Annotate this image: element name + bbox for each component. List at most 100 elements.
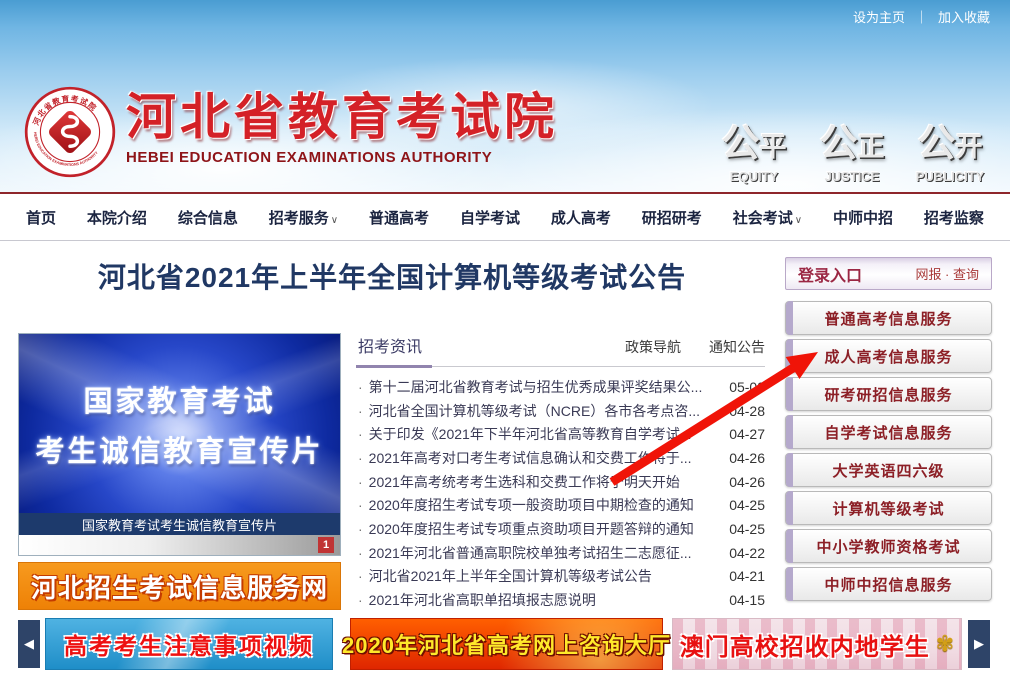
purple-accent-bar — [786, 377, 793, 411]
site-subtitle: HEBEI EDUCATION EXAMINATIONS AUTHORITY — [126, 149, 558, 166]
sidebar-button-self-study-info[interactable]: 自学考试信息服务 — [785, 415, 992, 449]
bullet-icon: · — [358, 545, 363, 561]
nav-item-home[interactable]: 首页 — [26, 207, 56, 228]
sidebar-button-secondary-normal-info[interactable]: 中师中招信息服务 — [785, 567, 992, 601]
seal-equity-en: EQUITY — [716, 169, 792, 184]
video-title-line2: 考生诚信教育宣传片 — [35, 428, 323, 470]
sidebar-button-teacher-cert[interactable]: 中小学教师资格考试 — [785, 529, 992, 563]
purple-accent-bar — [786, 491, 793, 525]
video-thumbnail[interactable]: 国家教育考试 考生诚信教育宣传片 — [19, 334, 340, 513]
nav-item-label: 普通高考 — [369, 210, 429, 227]
news-row[interactable]: ·河北省2021年上半年全国计算机等级考试公告04-21 — [358, 565, 765, 589]
sidebar-button-label: 大学英语四六级 — [832, 460, 944, 481]
carousel-pagination-strip: 1 — [19, 535, 340, 555]
bottom-banner-label: 高考考生注意事项视频 — [64, 627, 314, 661]
bottom-banner-gaokao-video[interactable]: 高考考生注意事项视频 — [45, 618, 333, 670]
nav-item-label: 自学考试 — [460, 210, 520, 227]
brand-block: 河北省教育考试院 HEBEI EDUCATION EXAMINATIONS AU… — [126, 88, 558, 166]
add-favorite-link[interactable]: 加入收藏 — [938, 7, 990, 26]
seal-equity: 公平 EQUITY — [716, 112, 792, 184]
purple-accent-bar — [786, 567, 793, 601]
sidebar-button-gaokao-info[interactable]: 普通高考信息服务 — [785, 301, 992, 335]
lotus-icon: ✾ — [936, 631, 954, 657]
news-list: ·第十二届河北省教育考试与招生优秀成果评奖结果公...05-08 ·河北省全国计… — [358, 375, 765, 612]
bottom-banner-consult-hall[interactable]: 2020年河北省高考网上咨询大厅 — [350, 618, 663, 670]
nav-item-gaokao[interactable]: 普通高考 — [369, 207, 429, 228]
news-date: 04-27 — [729, 426, 765, 442]
nav-item-postgraduate[interactable]: 研招研考 — [642, 207, 702, 228]
video-carousel[interactable]: 国家教育考试 考生诚信教育宣传片 国家教育考试考生诚信教育宣传片 1 — [18, 333, 341, 556]
topbar-links: 设为主页 ｜ 加入收藏 — [853, 7, 990, 26]
bullet-icon: · — [358, 379, 363, 395]
news-row[interactable]: ·2021年河北省高职单招填报志愿说明04-15 — [358, 588, 765, 612]
online-report-query-link[interactable]: 网报 · 查询 — [915, 264, 979, 283]
nav-item-adult-gaokao[interactable]: 成人高考 — [551, 207, 611, 228]
login-entry-panel: 登录入口 网报 · 查询 — [785, 257, 992, 290]
tab-exam-news[interactable]: 招考资讯 — [358, 333, 422, 357]
nav-item-exam-services[interactable]: 招考服务∨ — [269, 207, 338, 228]
news-row[interactable]: ·2020年度招生考试专项一般资助项目中期检查的通知04-25 — [358, 493, 765, 517]
bullet-icon: · — [358, 474, 363, 490]
nav-item-general-info[interactable]: 综合信息 — [178, 207, 238, 228]
sidebar-button-ncre[interactable]: 计算机等级考试 — [785, 491, 992, 525]
info-service-site-banner[interactable]: 河北招生考试信息服务网 — [18, 562, 341, 610]
nav-item-supervision[interactable]: 招考监察 — [924, 207, 984, 228]
chevron-down-icon: ∨ — [331, 215, 338, 226]
news-tabs: 招考资讯 政策导航 通知公告 — [358, 333, 765, 367]
carousel-page-indicator[interactable]: 1 — [318, 537, 334, 553]
news-row[interactable]: · 关于印发《2021年下半年河北省高等教育自学考试... 04-27 — [358, 422, 765, 446]
tab-policy-guide[interactable]: 政策导航 — [625, 337, 681, 357]
purple-accent-bar — [786, 301, 793, 335]
banner-next-button[interactable]: ▶ — [968, 620, 990, 668]
news-date: 05-08 — [729, 379, 765, 395]
news-title: 关于印发《2021年下半年河北省高等教育自学考试... — [369, 424, 720, 444]
news-title: 第十二届河北省教育考试与招生优秀成果评奖结果公... — [369, 377, 720, 397]
bottom-banner-macau-recruit[interactable]: 澳门高校招收内地学生 ✾ — [672, 618, 962, 670]
news-row[interactable]: ·2021年河北省普通高职院校单独考试招生二志愿征...04-22 — [358, 541, 765, 565]
news-date: 04-26 — [729, 474, 765, 490]
sidebar-button-label: 普通高考信息服务 — [824, 308, 952, 329]
bullet-icon: · — [358, 521, 363, 537]
sidebar-button-cet[interactable]: 大学英语四六级 — [785, 453, 992, 487]
info-service-site-banner-label: 河北招生考试信息服务网 — [31, 568, 328, 605]
site-logo[interactable]: 河北省教育考试院 HEBEI EDUCATION EXAMINATIONS AU… — [24, 86, 116, 178]
topbar-separator: ｜ — [915, 7, 928, 26]
news-title: 河北省全国计算机等级考试（NCRE）各市各考点咨... — [369, 401, 720, 421]
news-row[interactable]: ·2021年高考统考考生选科和交费工作将于明天开始04-26 — [358, 470, 765, 494]
bullet-icon: · — [358, 426, 363, 442]
sidebar-button-adult-gaokao-info[interactable]: 成人高考信息服务 — [785, 339, 992, 373]
purple-accent-bar — [786, 453, 793, 487]
login-entry-title: 登录入口 — [798, 262, 862, 286]
video-title-line1: 国家教育考试 — [83, 378, 275, 420]
nav-item-label: 本院介绍 — [87, 210, 147, 227]
news-row[interactable]: ·河北省全国计算机等级考试（NCRE）各市各考点咨...04-28 — [358, 399, 765, 423]
seal-justice-cn: 公正 — [814, 112, 890, 167]
seal-justice-en: JUSTICE — [814, 169, 890, 184]
sidebar-button-label: 成人高考信息服务 — [824, 346, 952, 367]
video-caption: 国家教育考试考生诚信教育宣传片 — [19, 513, 340, 535]
sidebar-button-label: 计算机等级考试 — [832, 498, 944, 519]
nav-item-secondary-normal[interactable]: 中师中招 — [833, 207, 893, 228]
tab-notices[interactable]: 通知公告 — [709, 337, 765, 357]
news-title: 河北省2021年上半年全国计算机等级考试公告 — [369, 566, 720, 586]
seal-logo-icon: 河北省教育考试院 HEBEI EDUCATION EXAMINATIONS AU… — [24, 86, 116, 178]
news-panel: 招考资讯 政策导航 通知公告 · 第十二届河北省教育考试与招生优秀成果评奖结果公.… — [358, 333, 765, 612]
banner-prev-button[interactable]: ◀ — [18, 620, 40, 668]
sidebar-button-label: 自学考试信息服务 — [824, 422, 952, 443]
featured-announcement-headline[interactable]: 河北省2021年上半年全国计算机等级考试公告 — [18, 256, 766, 296]
seal-publicity: 公开 PUBLICITY — [912, 112, 988, 184]
nav-item-label: 中师中招 — [833, 210, 893, 227]
nav-item-about[interactable]: 本院介绍 — [87, 207, 147, 228]
news-row[interactable]: ·2020年度招生考试专项重点资助项目开题答辩的通知04-25 — [358, 517, 765, 541]
news-row[interactable]: · 第十二届河北省教育考试与招生优秀成果评奖结果公... 05-08 — [358, 375, 765, 399]
purple-accent-bar — [786, 415, 793, 449]
news-date: 04-15 — [729, 592, 765, 608]
nav-item-self-study[interactable]: 自学考试 — [460, 207, 520, 228]
sidebar-button-postgrad-info[interactable]: 研考研招信息服务 — [785, 377, 992, 411]
news-row[interactable]: ·2021年高考对口考生考试信息确认和交费工作将于...04-26 — [358, 446, 765, 470]
right-arrow-icon: ▶ — [974, 636, 984, 652]
nav-item-social-exams[interactable]: 社会考试∨ — [733, 207, 802, 228]
set-home-link[interactable]: 设为主页 — [853, 7, 905, 26]
news-date: 04-25 — [729, 497, 765, 513]
news-date: 04-26 — [729, 450, 765, 466]
